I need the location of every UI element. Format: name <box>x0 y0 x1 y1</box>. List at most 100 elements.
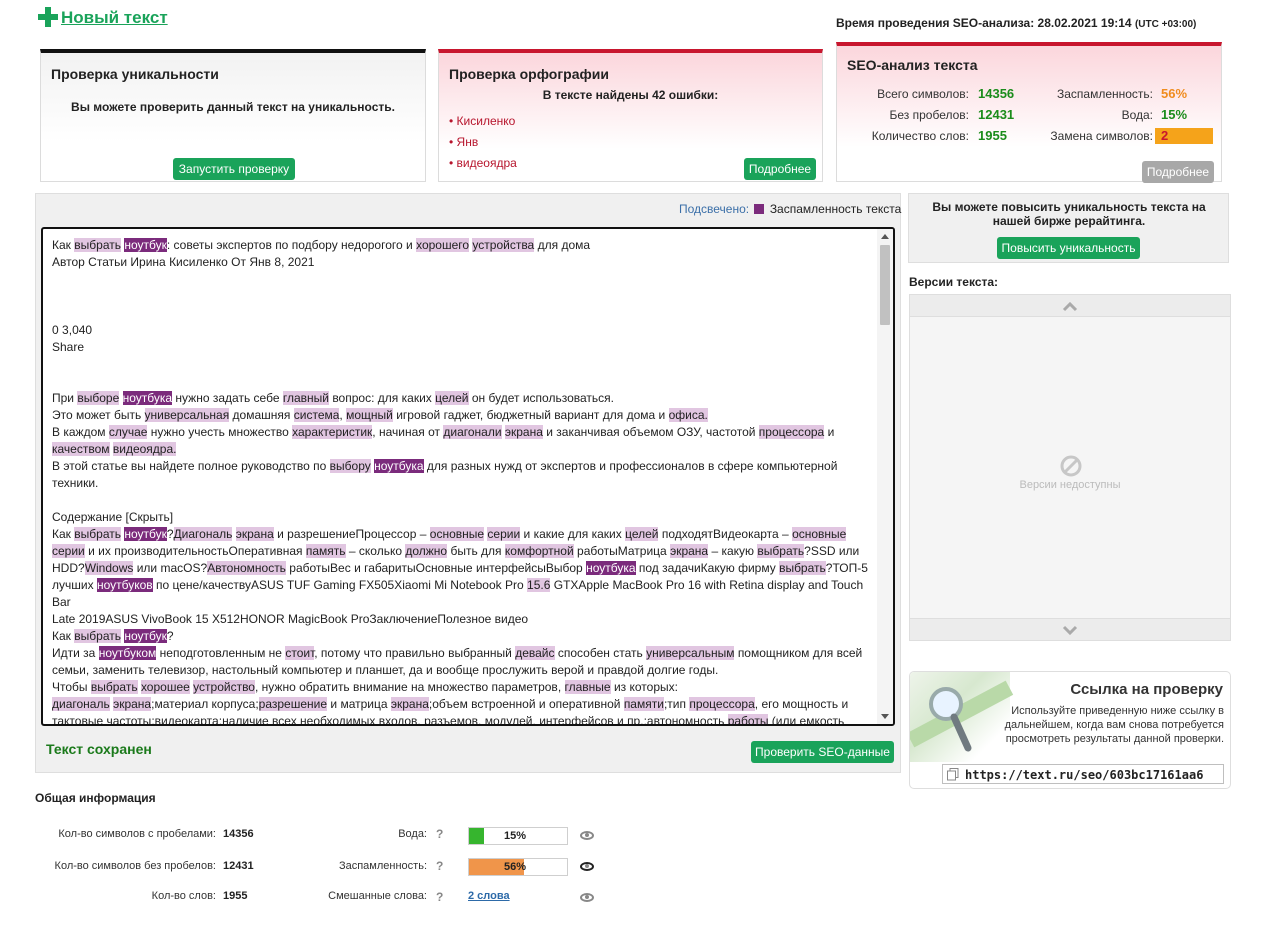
spam-highlight-strong: ноутбук <box>124 527 167 541</box>
versions-empty-label: Версии недоступны <box>1019 479 1121 491</box>
editor-text[interactable]: Как выбрать ноутбук: советы экспертов по… <box>52 237 874 726</box>
spam-highlight: девайс <box>515 646 555 660</box>
editor-line: техники. <box>52 476 99 490</box>
editor-line: Late 2019ASUS VivoBook 15 X512HONOR Magi… <box>52 612 529 626</box>
spam-eye-icon[interactable] <box>580 862 594 871</box>
seo-char-replace-label: Замена символов: <box>1050 129 1153 143</box>
info-chars-no-spaces-value: 12431 <box>223 860 254 872</box>
info-chars-with-spaces-value: 14356 <box>223 828 254 840</box>
new-text-link[interactable]: Новый текст <box>61 8 168 28</box>
spam-highlight: выбрать <box>74 238 121 252</box>
mixed-help-icon[interactable]: ? <box>436 890 443 904</box>
seo-char-replace-badge: 2 <box>1155 128 1213 144</box>
highlight-legend-prefix: Подсвечено: <box>679 202 750 216</box>
mixed-eye-icon[interactable] <box>580 893 594 902</box>
spam-highlight: Автономность <box>207 561 286 575</box>
spam-highlight: универсальным <box>646 646 735 660</box>
spam-highlight: памяти <box>623 697 664 711</box>
seo-water-value: 15% <box>1161 107 1188 122</box>
editor-line: семьи, заменить телевизор, настольный ко… <box>52 663 719 677</box>
spam-highlight: выбрать <box>74 527 121 541</box>
spelling-title: Проверка орфографии <box>449 66 609 82</box>
spam-highlight: главный <box>282 391 329 405</box>
spam-highlight: процессора <box>689 697 755 711</box>
spam-highlight: устройства <box>472 238 535 252</box>
editor-line: Это может быть универсальная домашняя си… <box>52 408 708 422</box>
spam-highlight: Диагональ <box>173 527 233 541</box>
editor-line: Чтобы выбрать хорошее устройство, нужно … <box>52 680 678 694</box>
editor-line: При выборе ноутбука нужно задать себе гл… <box>52 391 614 405</box>
info-chars-no-spaces-label: Кол-во символов без пробелов: <box>54 860 216 872</box>
editor-line: диагональ экрана;материал корпуса;разреш… <box>52 697 849 711</box>
editor-line: Как выбрать ноутбук: советы экспертов по… <box>52 238 591 252</box>
spam-highlight: выборе <box>77 391 120 405</box>
info-words-label: Кол-во слов: <box>151 890 216 902</box>
spam-highlight: экрана <box>113 697 152 711</box>
spam-highlight-strong: ноутбук <box>124 238 167 252</box>
text-editor[interactable]: Как выбрать ноутбук: советы экспертов по… <box>41 227 895 726</box>
water-eye-icon[interactable] <box>580 831 594 840</box>
spam-highlight: мощный <box>346 408 393 422</box>
seo-details-button[interactable]: Подробнее <box>1142 161 1214 183</box>
spam-highlight: Windows <box>84 561 134 575</box>
highlight-legend: Подсвечено: Заспамленность текста <box>679 202 901 216</box>
check-link-box: Ссылка на проверку Используйте приведенн… <box>909 671 1231 789</box>
spelling-error-item[interactable]: Янв <box>449 135 479 149</box>
spam-highlight: серии <box>52 544 85 558</box>
spam-highlight: экрана <box>390 697 429 711</box>
link-url[interactable]: https://text.ru/seo/603bc17161aa6 <box>965 768 1203 782</box>
editor-line: Share <box>52 340 85 354</box>
info-mixed-label: Смешанные слова: <box>328 890 427 902</box>
editor-line: серии и их производительностьОперативная… <box>52 544 860 558</box>
spelling-error-item[interactable]: Кисиленко <box>449 114 516 128</box>
spam-highlight-strong: ноутбука <box>122 391 173 405</box>
general-info-title: Общая информация <box>35 791 156 805</box>
scroll-thumb[interactable] <box>880 245 890 325</box>
versions-down-button[interactable] <box>910 618 1230 640</box>
spelling-details-button[interactable]: Подробнее <box>744 158 816 180</box>
copy-icon[interactable] <box>947 768 959 781</box>
spelling-summary: В тексте найдены 42 ошибки: <box>542 88 719 102</box>
versions-panel: Версии недоступны <box>909 294 1231 641</box>
seo-card: SEO-анализ текста Всего символов: 14356 … <box>836 42 1222 183</box>
spam-highlight: выбору <box>329 459 371 473</box>
seo-total-chars-label: Всего символов: <box>877 87 969 101</box>
spam-highlight: диагональ <box>52 697 110 711</box>
scroll-up-icon[interactable] <box>881 234 889 239</box>
water-help-icon[interactable]: ? <box>436 827 443 841</box>
start-check-button[interactable]: Запустить проверку <box>173 158 295 180</box>
spelling-error-item[interactable]: видеоядра <box>449 156 517 170</box>
seo-water-label: Вода: <box>1121 108 1153 122</box>
editor-scrollbar[interactable] <box>877 229 893 724</box>
link-url-field[interactable]: https://text.ru/seo/603bc17161aa6 <box>942 764 1224 784</box>
spam-bar: 56% <box>468 858 568 876</box>
chevron-down-icon <box>1062 625 1078 636</box>
spam-help-icon[interactable]: ? <box>436 859 443 873</box>
seo-spam-label: Заспамленность: <box>1056 87 1153 101</box>
spelling-card: Проверка орфографии В тексте найдены 42 … <box>438 49 823 182</box>
boost-uniqueness-button[interactable]: Повысить уникальность <box>997 237 1140 259</box>
spam-highlight: целей <box>625 527 659 541</box>
highlight-legend-label[interactable]: Заспамленность текста <box>770 202 901 216</box>
unavailable-icon <box>1060 455 1082 477</box>
scroll-down-icon[interactable] <box>881 714 889 719</box>
versions-up-button[interactable] <box>910 295 1230 317</box>
seo-time-label: Время проведения SEO-анализа: 28.02.2021… <box>836 16 1132 30</box>
editor-line: Автор Статьи Ирина Кисиленко От Янв 8, 2… <box>52 255 315 269</box>
check-seo-button[interactable]: Проверить SEO-данные <box>751 741 894 763</box>
seo-title: SEO-анализ текста <box>847 57 978 73</box>
editor-line: качеством видеоядра. <box>52 441 874 458</box>
plus-icon[interactable] <box>38 7 58 27</box>
uniqueness-message: Вы можете проверить данный текст на уник… <box>71 100 395 114</box>
seo-analysis-time: Время проведения SEO-анализа: 28.02.2021… <box>836 16 1196 30</box>
editor-line: Как выбрать ноутбук?Диагональ экрана и р… <box>52 527 847 541</box>
mixed-words-link[interactable]: 2 слова <box>468 890 510 902</box>
seo-char-replace-value: 2 <box>1161 128 1169 143</box>
link-illustration <box>910 672 1014 762</box>
editor-line: тактовые частоты;видеокарта;наличие всех… <box>52 714 845 726</box>
text-saved-status: Текст сохранен <box>46 741 152 757</box>
editor-line: Как выбрать ноутбук? <box>52 629 174 643</box>
spam-highlight: выбрать <box>74 629 121 643</box>
spam-highlight: комфортной <box>504 544 574 558</box>
